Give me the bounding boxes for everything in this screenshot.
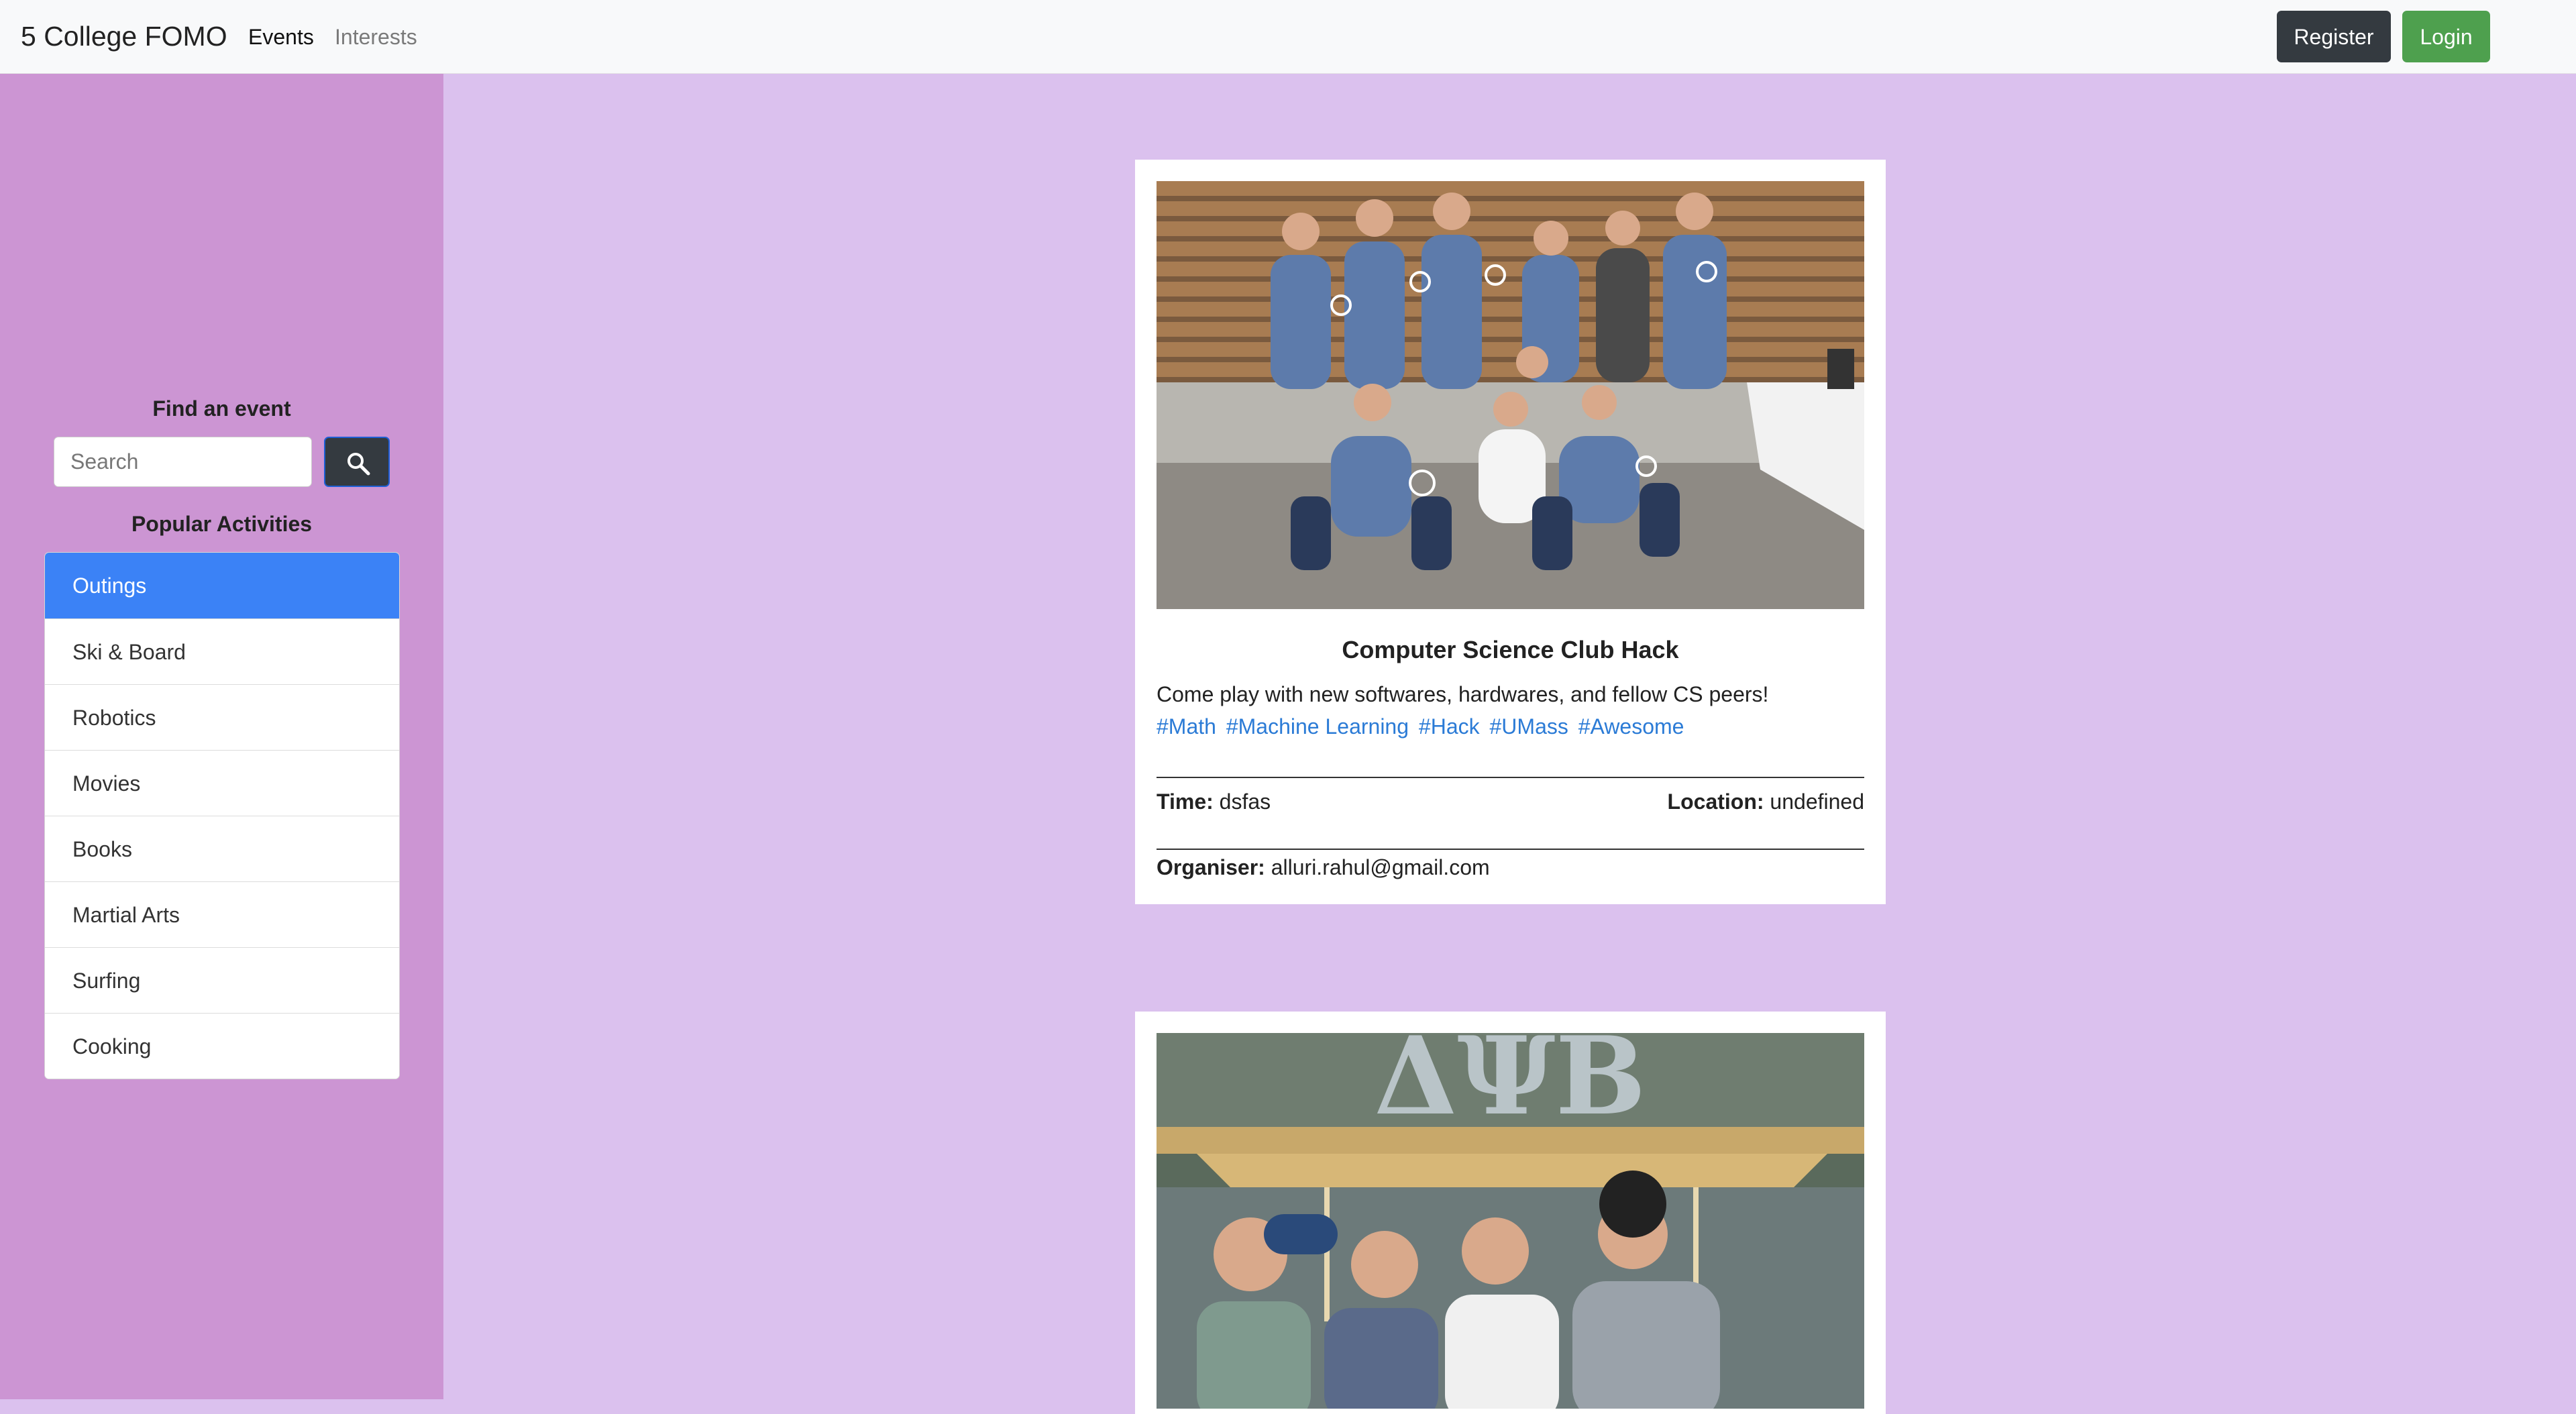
activity-list: Outings Ski & Board Robotics Movies Book…: [44, 552, 400, 1079]
event-title: Computer Science Club Hack: [1342, 636, 1679, 663]
activity-item-outings[interactable]: Outings: [45, 553, 399, 618]
event-organiser: Organiser: alluri.rahul@gmail.com: [1157, 853, 1490, 881]
organiser-label: Organiser:: [1157, 855, 1265, 879]
location-label: Location:: [1667, 790, 1764, 814]
search-input[interactable]: [54, 437, 312, 487]
divider: [1157, 849, 1864, 850]
popular-activities-heading: Popular Activities: [131, 512, 313, 536]
activity-item-books[interactable]: Books: [45, 816, 399, 881]
event-description: Come play with new softwares, hardwares,…: [1157, 682, 1769, 706]
tag-link[interactable]: #Machine Learning: [1226, 714, 1409, 739]
time-value: dsfas: [1219, 790, 1271, 814]
event-time: Time: dsfas: [1157, 787, 1271, 816]
register-button[interactable]: Register: [2277, 11, 2391, 62]
search-icon: [347, 453, 370, 476]
find-event-heading: Find an event: [152, 396, 291, 421]
activity-item-martial-arts[interactable]: Martial Arts: [45, 881, 399, 947]
organiser-value: alluri.rahul@gmail.com: [1271, 855, 1490, 879]
tag-link[interactable]: #UMass: [1490, 714, 1568, 739]
tag-link[interactable]: #Math: [1157, 714, 1216, 739]
activity-item-ski-board[interactable]: Ski & Board: [45, 618, 399, 684]
event-card[interactable]: ΔΨB: [1135, 1012, 1886, 1414]
sidebar: Find an event Popular Activities Outings…: [0, 74, 443, 1399]
tag-link[interactable]: #Hack: [1419, 714, 1480, 739]
activity-item-surfing[interactable]: Surfing: [45, 947, 399, 1013]
divider: [1157, 777, 1864, 778]
event-tags: #Math #Machine Learning #Hack #UMass #Aw…: [1157, 712, 1688, 741]
brand-logo[interactable]: 5 College FOMO: [21, 19, 227, 54]
event-card[interactable]: Computer Science Club Hack Come play wit…: [1135, 160, 1886, 904]
activity-item-robotics[interactable]: Robotics: [45, 684, 399, 750]
search-button[interactable]: [324, 437, 390, 487]
greek-letters-sign: ΔΨB: [1374, 1033, 1646, 1139]
time-label: Time:: [1157, 790, 1214, 814]
event-location: Location: undefined: [1668, 787, 1864, 816]
nav-interests-link[interactable]: Interests: [335, 23, 417, 51]
nav-events-link[interactable]: Events: [248, 23, 314, 51]
event-photo: ΔΨB: [1157, 1033, 1864, 1409]
navbar: 5 College FOMO Events Interests Register…: [0, 0, 2576, 74]
login-button[interactable]: Login: [2402, 11, 2490, 62]
location-value: undefined: [1770, 790, 1864, 814]
activity-item-movies[interactable]: Movies: [45, 750, 399, 816]
tag-link[interactable]: #Awesome: [1578, 714, 1684, 739]
event-photo: [1157, 181, 1864, 609]
activity-item-cooking[interactable]: Cooking: [45, 1013, 399, 1079]
